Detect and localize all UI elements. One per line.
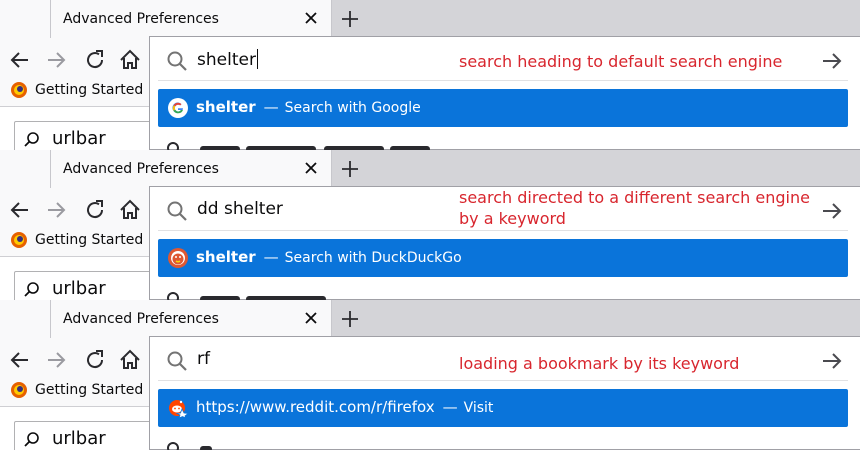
urlbar-popup: shelter search heading to default search… xyxy=(149,36,860,150)
annotation-note: loading a bookmark by its keyword xyxy=(459,354,740,373)
home-icon[interactable] xyxy=(118,198,142,222)
result-title: https://www.reddit.com/r/firefox xyxy=(196,398,435,416)
result-action: Search with Google xyxy=(284,100,421,116)
page-search-value: urlbar xyxy=(52,428,106,449)
bookmark-label: Getting Started xyxy=(35,82,144,98)
tab-advanced-preferences[interactable]: Advanced Preferences xyxy=(50,0,332,38)
urlbar-value: shelter xyxy=(197,50,256,70)
annotation-note: search directed to a different search en… xyxy=(459,188,810,228)
forward-arrow-icon[interactable] xyxy=(44,48,68,72)
close-icon[interactable] xyxy=(303,310,319,326)
search-icon xyxy=(167,51,187,71)
search-icon xyxy=(167,292,179,300)
forward-arrow-icon[interactable] xyxy=(44,348,68,372)
urlbar-input[interactable]: dd shelter xyxy=(197,199,283,219)
urlbar-input[interactable]: shelter xyxy=(197,49,258,70)
forward-arrow-icon[interactable] xyxy=(44,198,68,222)
browser-panel-default-search: Advanced Preferences Getting Started url… xyxy=(0,0,860,150)
reload-icon[interactable] xyxy=(83,348,107,372)
google-icon xyxy=(168,98,188,118)
bookmark-getting-started[interactable]: Getting Started xyxy=(10,380,143,400)
bookmark-label: Getting Started xyxy=(35,382,144,398)
result-separator: — xyxy=(263,98,279,116)
result-separator: — xyxy=(263,248,279,266)
close-icon[interactable] xyxy=(303,10,319,26)
popup-divider xyxy=(158,380,848,381)
annotation-note: search heading to default search engine xyxy=(459,52,783,71)
reddit-bookmark-icon xyxy=(169,400,188,418)
next-result-row[interactable] xyxy=(166,439,466,450)
new-tab-plus-icon[interactable] xyxy=(340,159,360,179)
back-arrow-icon[interactable] xyxy=(8,48,32,72)
urlbar-input[interactable]: rf xyxy=(197,349,210,369)
duckduckgo-icon xyxy=(168,248,188,268)
result-text: https://www.reddit.com/r/firefox — Visit xyxy=(196,398,493,416)
home-icon[interactable] xyxy=(118,348,142,372)
result-text: shelter — Search with Google xyxy=(196,98,421,116)
firefox-icon xyxy=(11,82,27,98)
next-result-row[interactable] xyxy=(166,289,466,300)
urlbar-popup: rf loading a bookmark by its keyword htt… xyxy=(149,336,860,450)
urlbar-popup: dd shelter search directed to a differen… xyxy=(149,186,860,300)
go-arrow-icon[interactable] xyxy=(820,49,844,73)
go-arrow-icon[interactable] xyxy=(820,199,844,223)
search-icon xyxy=(24,132,39,147)
result-title: shelter xyxy=(196,98,256,116)
firefox-icon xyxy=(11,382,27,398)
result-row-selected[interactable]: https://www.reddit.com/r/firefox — Visit xyxy=(158,389,848,427)
popup-divider xyxy=(158,230,848,231)
bookmark-label: Getting Started xyxy=(35,232,144,248)
browser-panel-keyword-search: Advanced Preferences Getting Started url… xyxy=(0,150,860,300)
result-title: shelter xyxy=(196,248,256,266)
new-tab-plus-icon[interactable] xyxy=(340,9,360,29)
search-icon xyxy=(24,282,39,297)
result-text: shelter — Search with DuckDuckGo xyxy=(196,248,462,266)
tab-title: Advanced Preferences xyxy=(63,161,219,177)
bookmark-getting-started[interactable]: Getting Started xyxy=(10,80,143,100)
search-icon xyxy=(167,351,187,371)
back-arrow-icon[interactable] xyxy=(8,198,32,222)
text-caret xyxy=(256,49,258,69)
browser-panel-bookmark-keyword: Advanced Preferences Getting Started url… xyxy=(0,300,860,450)
reload-icon[interactable] xyxy=(83,48,107,72)
search-icon xyxy=(167,442,179,450)
result-row-selected[interactable]: shelter — Search with DuckDuckGo xyxy=(158,239,848,277)
result-action: Visit xyxy=(463,400,494,416)
go-arrow-icon[interactable] xyxy=(820,349,844,373)
close-icon[interactable] xyxy=(303,160,319,176)
reload-icon[interactable] xyxy=(83,198,107,222)
page-search-value: urlbar xyxy=(52,278,106,299)
search-icon xyxy=(24,432,39,447)
result-separator: — xyxy=(442,398,458,416)
tab-title: Advanced Preferences xyxy=(63,11,219,27)
search-icon xyxy=(167,142,179,150)
popup-divider xyxy=(158,80,848,81)
tab-advanced-preferences[interactable]: Advanced Preferences xyxy=(50,300,332,338)
home-icon[interactable] xyxy=(118,48,142,72)
page-search-value: urlbar xyxy=(52,128,106,149)
new-tab-plus-icon[interactable] xyxy=(340,309,360,329)
tab-advanced-preferences[interactable]: Advanced Preferences xyxy=(50,150,332,188)
firefox-icon xyxy=(11,232,27,248)
next-result-row[interactable] xyxy=(166,139,466,150)
bookmark-getting-started[interactable]: Getting Started xyxy=(10,230,143,250)
result-action: Search with DuckDuckGo xyxy=(284,250,462,266)
back-arrow-icon[interactable] xyxy=(8,348,32,372)
result-row-selected[interactable]: shelter — Search with Google xyxy=(158,89,848,127)
tab-title: Advanced Preferences xyxy=(63,311,219,327)
search-icon xyxy=(167,201,187,221)
